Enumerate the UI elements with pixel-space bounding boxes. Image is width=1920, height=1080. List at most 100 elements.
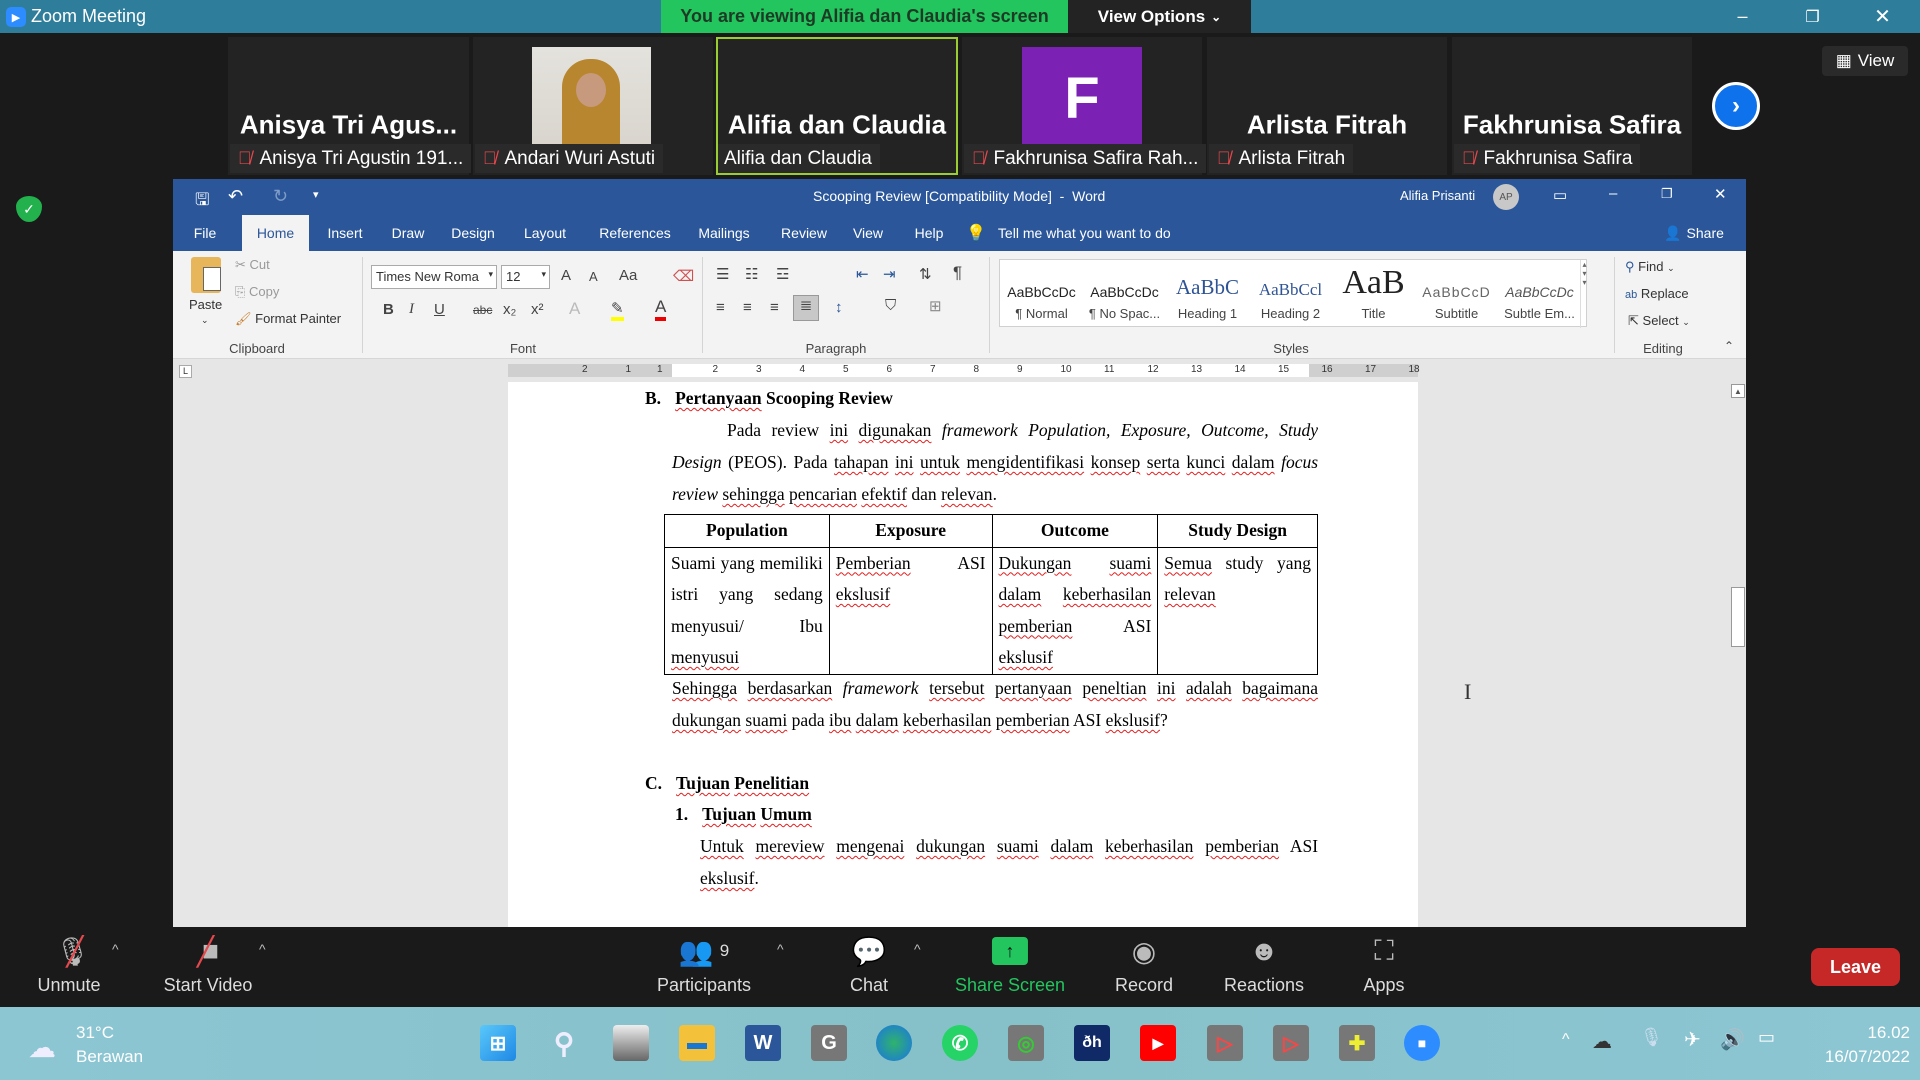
misspelled-word[interactable]: ekslusif [999, 647, 1053, 667]
misspelled-word[interactable]: pemberian [999, 616, 1073, 636]
misspelled-word[interactable]: sehingga [722, 484, 784, 504]
style-normal[interactable]: AaBbCcDc ¶ Normal [1000, 266, 1083, 326]
misspelled-word[interactable]: Tujuan [702, 804, 756, 824]
app-dh-icon[interactable]: ðh [1074, 1025, 1110, 1061]
file-explorer-icon[interactable]: ▬ [679, 1025, 715, 1061]
participant-tile[interactable]: Fakhrunisa Safira 🎙̸ Fakhrunisa Safira [1452, 37, 1692, 175]
tab-layout[interactable]: Layout [516, 215, 574, 251]
sort-icon[interactable]: ⇅ [919, 265, 932, 283]
app-green-icon[interactable]: ◎ [1008, 1025, 1044, 1061]
misspelled-word[interactable]: bagaimana [1242, 678, 1318, 698]
start-windows-icon[interactable]: ⊞ [480, 1025, 516, 1061]
misspelled-word[interactable]: ekslusif [700, 868, 754, 888]
participant-tile[interactable]: 🎙̸ Andari Wuri Astuti [473, 37, 713, 175]
close-button[interactable]: ✕ [1860, 0, 1905, 33]
misspelled-word[interactable]: ekslusif [1106, 710, 1160, 730]
font-size-select[interactable]: 12 ▾ [501, 265, 550, 289]
customize-toolbar-icon[interactable]: ▾ [313, 188, 319, 201]
misspelled-word[interactable]: dalam [999, 584, 1042, 604]
copy-button[interactable]: ⎘ Copy [235, 284, 279, 300]
chat-button[interactable]: 💬 Chat [850, 927, 888, 1007]
find-button[interactable]: ⚲ Find ⌄ [1625, 259, 1675, 275]
misspelled-word[interactable]: Sehingga [672, 678, 737, 698]
paste-icon[interactable] [191, 257, 221, 293]
tab-design[interactable]: Design [443, 215, 503, 251]
style-no-spacing[interactable]: AaBbCcDc ¶ No Spac... [1083, 266, 1166, 326]
video-options-caret-icon[interactable]: ^ [259, 941, 266, 957]
misspelled-word[interactable]: efektif [861, 484, 907, 504]
record-button[interactable]: ◉ Record [1115, 927, 1173, 1007]
misspelled-word[interactable]: mengenai [836, 836, 904, 856]
misspelled-word[interactable]: keberhasilan [903, 710, 991, 730]
misspelled-word[interactable]: ekslusif [836, 584, 890, 604]
speaker-icon[interactable]: 🔊 [1720, 1027, 1745, 1052]
tab-review[interactable]: Review [773, 215, 835, 251]
styles-scroll[interactable]: ▴ ▾ ▾ [1580, 260, 1588, 328]
participants-button[interactable]: 👥 9 Participants [657, 927, 751, 1007]
misspelled-word[interactable]: ini [1157, 678, 1175, 698]
collapse-ribbon-icon[interactable]: ⌃ [1724, 339, 1734, 353]
participant-tile[interactable]: F 🎙̸ Fakhrunisa Safira Rah... [962, 37, 1207, 175]
misspelled-word[interactable]: adalah [1186, 678, 1232, 698]
airplane-mode-icon[interactable]: ✈ [1684, 1027, 1701, 1052]
shrink-font-icon[interactable]: A [589, 269, 598, 284]
tab-mailings[interactable]: Mailings [688, 215, 760, 251]
clock-time[interactable]: 16.02 [1800, 1023, 1910, 1043]
misspelled-word[interactable]: suami [745, 710, 787, 730]
misspelled-word[interactable]: dalam [856, 710, 899, 730]
misspelled-word[interactable]: digunakan [859, 420, 932, 440]
audio-options-caret-icon[interactable]: ^ [112, 941, 119, 957]
pilcrow-icon[interactable]: ¶ [953, 263, 962, 283]
misspelled-word[interactable]: Dukungan [999, 553, 1072, 573]
google-icon[interactable]: G [811, 1025, 847, 1061]
misspelled-word[interactable]: peneltian [1082, 678, 1146, 698]
participant-tile-active-speaker[interactable]: Alifia dan Claudia Alifia dan Claudia [716, 37, 958, 175]
tab-draw[interactable]: Draw [383, 215, 433, 251]
share-button[interactable]: 👤 Share [1659, 215, 1729, 251]
next-page-arrow-icon[interactable]: › [1712, 82, 1760, 130]
minimize-icon[interactable]: – [1609, 185, 1617, 202]
edge-icon[interactable] [876, 1025, 912, 1061]
italic-button[interactable]: I [409, 301, 414, 318]
microphone-icon[interactable]: 🎙 [1640, 1027, 1663, 1048]
misspelled-word[interactable]: mereview [756, 836, 825, 856]
unmute-button[interactable]: 🎙 ╱ Unmute [37, 927, 100, 1007]
misspelled-word[interactable]: kunci [1186, 452, 1225, 472]
clear-formatting-icon[interactable]: ⌫ [673, 267, 694, 285]
share-screen-button[interactable]: ↑ Share Screen [955, 927, 1065, 1007]
save-icon[interactable]: 🖫 [195, 187, 209, 216]
misspelled-word[interactable]: ini [830, 420, 848, 440]
temperature[interactable]: 31°C [76, 1023, 114, 1043]
app-red-icon[interactable]: ▷ [1207, 1025, 1243, 1061]
style-subtitle[interactable]: AaBbCcD Subtitle [1415, 266, 1498, 326]
font-name-select[interactable]: Times New Roma ▾ [371, 265, 497, 289]
scroll-up-icon[interactable]: ▲ [1731, 384, 1745, 398]
misspelled-word[interactable]: dalam [1050, 836, 1093, 856]
restore-button[interactable]: ❐ [1790, 0, 1835, 33]
misspelled-word[interactable]: dukungan [916, 836, 985, 856]
misspelled-word[interactable]: Semua [1164, 553, 1212, 573]
onedrive-icon[interactable]: ☁ [1592, 1029, 1612, 1054]
cloud-weather-icon[interactable]: ☁ [28, 1031, 56, 1064]
participants-caret-icon[interactable]: ^ [777, 941, 784, 957]
misspelled-word[interactable]: ibu [829, 710, 851, 730]
restore-icon[interactable]: ❐ [1661, 186, 1673, 202]
youtube-icon[interactable]: ▶ [1140, 1025, 1176, 1061]
format-painter-button[interactable]: 🖌 Format Painter [235, 311, 341, 327]
misspelled-word[interactable]: relevan [941, 484, 993, 504]
align-right-icon[interactable]: ≡ [770, 299, 779, 316]
misspelled-word[interactable]: mengidentifikasi [966, 452, 1084, 472]
misspelled-word[interactable]: serta [1147, 452, 1180, 472]
misspelled-word[interactable]: pemberian [1205, 836, 1279, 856]
battery-icon[interactable]: ▭ [1758, 1027, 1775, 1048]
show-hidden-icons-icon[interactable]: ^ [1562, 1031, 1570, 1049]
misspelled-word[interactable]: konsep [1091, 452, 1141, 472]
misspelled-word[interactable]: pemberian [996, 710, 1070, 730]
tab-file[interactable]: File [185, 215, 225, 251]
text-effects-icon[interactable]: A [569, 299, 580, 319]
font-color-icon[interactable]: A [655, 297, 667, 321]
misspelled-word[interactable]: Untuk [700, 836, 744, 856]
start-video-button[interactable]: ■ ╱ Start Video [164, 927, 253, 1007]
borders-icon[interactable]: ⊞ [929, 297, 942, 315]
misspelled-word[interactable]: suami [997, 836, 1039, 856]
